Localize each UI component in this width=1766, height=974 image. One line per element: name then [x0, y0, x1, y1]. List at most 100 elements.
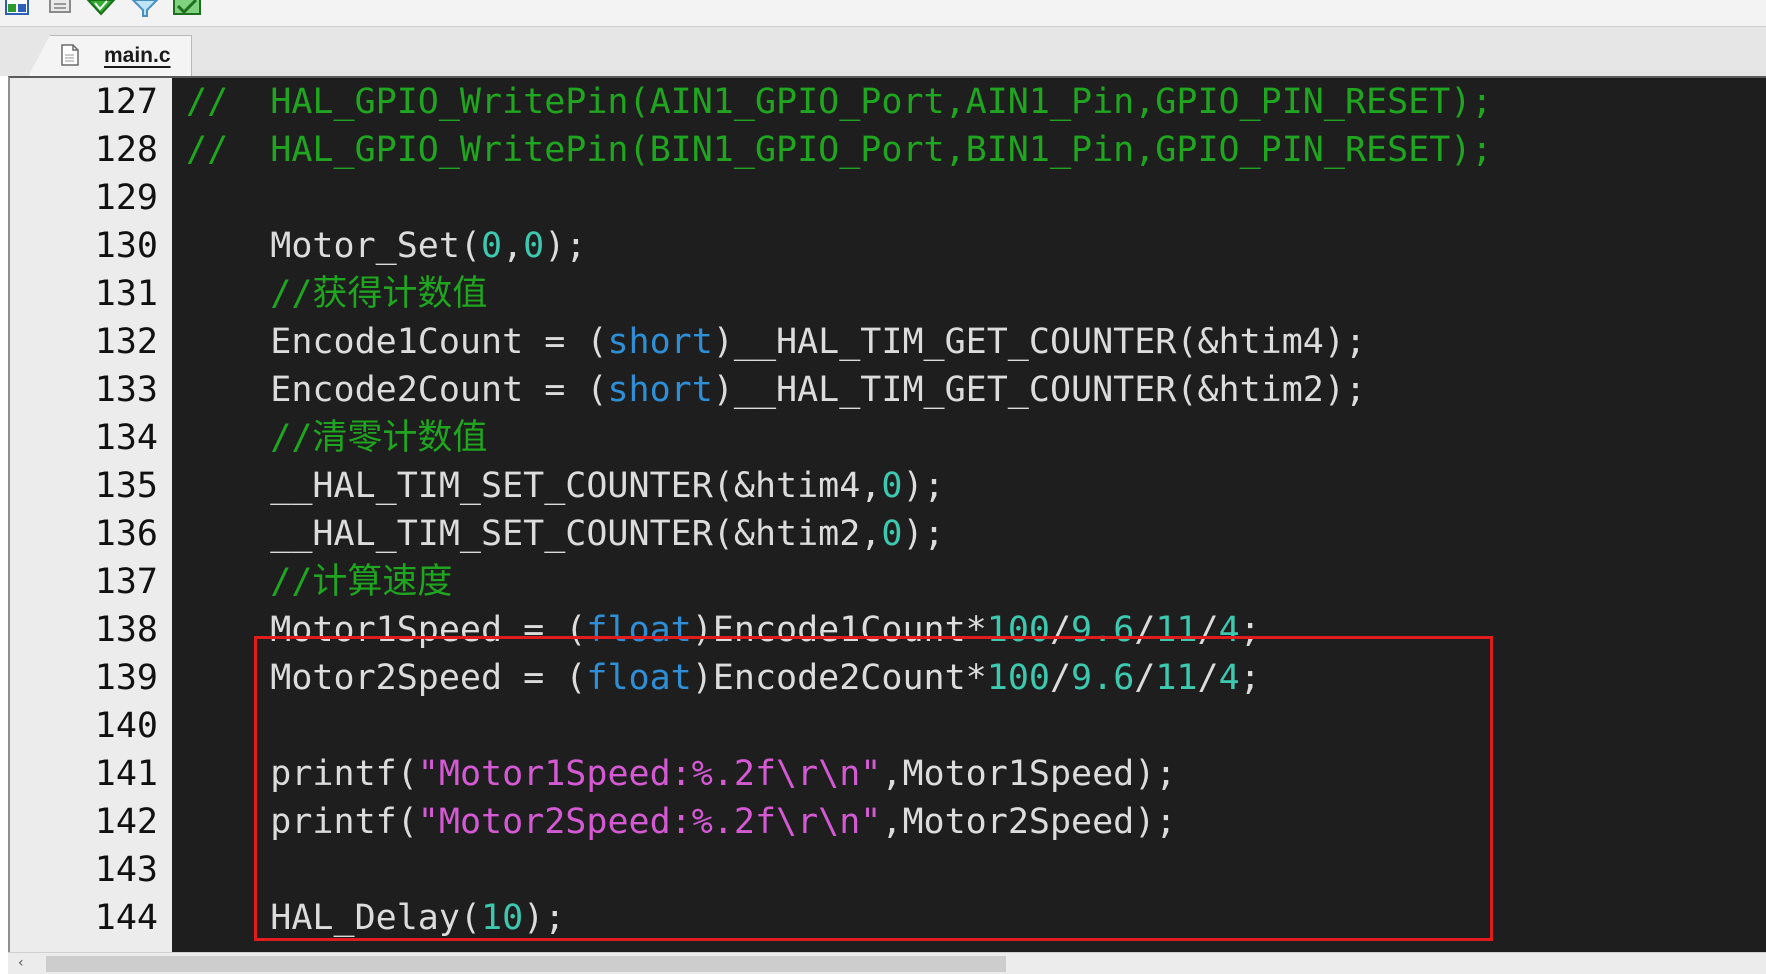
code-token: /	[1197, 658, 1219, 698]
code-text: printf("Motor2Speed:%.2f\r\n",Motor2Spee…	[186, 798, 1176, 846]
number-token: 0	[481, 226, 503, 266]
code-token: /	[1134, 658, 1156, 698]
code-text: Motor2Speed = (float)Encode2Count*100/9.…	[186, 654, 1261, 702]
line-number: 130	[94, 226, 158, 266]
image-check-icon[interactable]	[172, 0, 202, 18]
code-line[interactable]: 137 //计算速度	[10, 558, 1766, 606]
code-line[interactable]: 144 HAL_Delay(10);	[10, 894, 1766, 942]
code-line[interactable]: 131 //获得计数值	[10, 270, 1766, 318]
line-number: 133	[94, 370, 158, 410]
code-token: );	[523, 898, 566, 938]
code-line[interactable]: 133 Encode2Count = (short)__HAL_TIM_GET_…	[10, 366, 1766, 414]
code-token: );	[544, 226, 587, 266]
code-token: printf(	[186, 754, 418, 794]
string-token: "Motor1Speed:%.2f\r\n"	[417, 754, 882, 794]
number-token: 100	[986, 610, 1050, 650]
keyword-token: short	[607, 322, 713, 362]
code-token: );	[902, 466, 945, 506]
tab-main-c[interactable]: main.c	[28, 35, 192, 77]
code-line[interactable]: 128 // HAL_GPIO_WritePin(BIN1_GPIO_Port,B…	[10, 126, 1766, 174]
funnel-icon[interactable]	[130, 0, 160, 18]
line-number: 140	[94, 706, 158, 746]
code-text: Motor_Set(0,0);	[186, 222, 586, 270]
line-number: 129	[94, 178, 158, 218]
file-icon	[61, 44, 79, 66]
code-text: __HAL_TIM_SET_COUNTER(&htim4,0);	[186, 462, 945, 510]
code-token: __HAL_TIM_SET_COUNTER(&htim4,	[186, 466, 882, 506]
line-number: 142	[94, 802, 158, 842]
code-token: )__HAL_TIM_GET_COUNTER(&htim2);	[712, 370, 1367, 410]
string-token: "Motor2Speed:%.2f\r\n"	[417, 802, 882, 842]
code-text: __HAL_TIM_SET_COUNTER(&htim2,0);	[186, 510, 945, 558]
code-comment: // HAL_GPIO_WritePin(AIN1_GPIO_Port,AIN1…	[186, 82, 1493, 122]
line-number: 127	[94, 82, 158, 122]
number-token: 0	[881, 514, 903, 554]
code-token: Encode1Count = (	[186, 322, 608, 362]
code-line[interactable]: 129	[10, 174, 1766, 222]
keyword-token: float	[586, 658, 692, 698]
editor-tab-strip: main.c	[0, 26, 1766, 77]
code-token: ;	[1239, 658, 1261, 698]
code-token: /	[1049, 658, 1072, 698]
line-number: 131	[94, 274, 158, 314]
code-comment: //清零计数值	[186, 418, 488, 458]
line-number: 136	[94, 514, 158, 554]
code-token: ,Motor1Speed);	[881, 754, 1177, 794]
line-number: 143	[94, 850, 158, 890]
code-line[interactable]: 141 printf("Motor1Speed:%.2f\r\n",Motor1…	[10, 750, 1766, 798]
code-text: Encode1Count = (short)__HAL_TIM_GET_COUN…	[186, 318, 1366, 366]
code-token: );	[902, 514, 945, 554]
code-token: ,Motor2Speed);	[881, 802, 1177, 842]
code-line[interactable]: 127 // HAL_GPIO_WritePin(AIN1_GPIO_Port,A…	[10, 78, 1766, 126]
keyword-token: float	[586, 610, 692, 650]
line-number: 132	[94, 322, 158, 362]
code-token: Motor2Speed = (	[186, 658, 587, 698]
scroll-left-icon[interactable]: ‹	[18, 955, 24, 971]
code-token: )__HAL_TIM_GET_COUNTER(&htim4);	[712, 322, 1367, 362]
code-editor[interactable]: 127 // HAL_GPIO_WritePin(AIN1_GPIO_Port,A…	[8, 76, 1766, 964]
code-token: __HAL_TIM_SET_COUNTER(&htim2,	[186, 514, 882, 554]
code-token: )Encode1Count*	[691, 610, 987, 650]
toolbar	[0, 0, 1766, 26]
line-number: 137	[94, 562, 158, 602]
code-text: Encode2Count = (short)__HAL_TIM_GET_COUN…	[186, 366, 1366, 414]
tab-label: main.c	[104, 44, 171, 67]
code-line[interactable]: 136 __HAL_TIM_SET_COUNTER(&htim2,0);	[10, 510, 1766, 558]
window-layout-icon[interactable]	[2, 0, 32, 18]
number-token: 4	[1218, 610, 1240, 650]
number-token: 9.6	[1071, 658, 1135, 698]
code-token: )Encode2Count*	[691, 658, 987, 698]
code-line[interactable]: 135 __HAL_TIM_SET_COUNTER(&htim4,0);	[10, 462, 1766, 510]
number-token: 11	[1155, 610, 1198, 650]
code-token: ;	[1239, 610, 1261, 650]
number-token: 100	[986, 658, 1050, 698]
number-token: 0	[523, 226, 545, 266]
code-token: Encode2Count = (	[186, 370, 608, 410]
number-token: 10	[481, 898, 524, 938]
code-token: Motor1Speed = (	[186, 610, 587, 650]
code-line[interactable]: 134 //清零计数值	[10, 414, 1766, 462]
code-line[interactable]: 130 Motor_Set(0,0);	[10, 222, 1766, 270]
line-number: 134	[94, 418, 158, 458]
horizontal-scrollbar[interactable]: ‹	[8, 952, 1766, 974]
number-token: 9.6	[1071, 610, 1135, 650]
code-comment: // HAL_GPIO_WritePin(BIN1_GPIO_Port,BIN1…	[186, 130, 1493, 170]
code-line[interactable]: 139 Motor2Speed = (float)Encode2Count*10…	[10, 654, 1766, 702]
document-icon[interactable]	[46, 0, 76, 18]
green-diamond-icon[interactable]	[86, 0, 116, 18]
code-token: /	[1049, 610, 1072, 650]
code-comment: //计算速度	[186, 562, 453, 602]
code-token: ,	[502, 226, 524, 266]
number-token: 11	[1155, 658, 1198, 698]
code-line[interactable]: 140	[10, 702, 1766, 750]
code-line[interactable]: 138 Motor1Speed = (float)Encode1Count*10…	[10, 606, 1766, 654]
number-token: 0	[881, 466, 903, 506]
number-token: 4	[1218, 658, 1240, 698]
scrollbar-thumb[interactable]	[46, 956, 1006, 972]
code-line[interactable]: 143	[10, 846, 1766, 894]
code-line[interactable]: 132 Encode1Count = (short)__HAL_TIM_GET_…	[10, 318, 1766, 366]
code-token: HAL_Delay(	[186, 898, 482, 938]
line-number: 135	[94, 466, 158, 506]
line-number: 138	[94, 610, 158, 650]
code-line[interactable]: 142 printf("Motor2Speed:%.2f\r\n",Motor2…	[10, 798, 1766, 846]
